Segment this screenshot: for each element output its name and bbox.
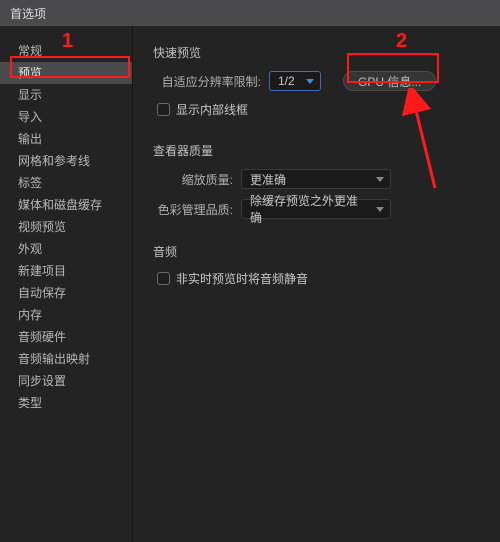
sidebar-item-grids[interactable]: 网格和参考线	[0, 150, 132, 172]
sidebar-item-import[interactable]: 导入	[0, 106, 132, 128]
sidebar-item-output[interactable]: 输出	[0, 128, 132, 150]
window-title: 首选项	[10, 5, 46, 22]
fast-preview-title: 快速预览	[153, 44, 482, 61]
sidebar: 常规 预览 显示 导入 输出 网格和参考线 标签 媒体和磁盘缓存 视频预览 外观…	[0, 26, 133, 542]
resolution-limit-select[interactable]: 1/2	[269, 71, 321, 91]
sidebar-item-appearance[interactable]: 外观	[0, 238, 132, 260]
sidebar-item-new-project[interactable]: 新建项目	[0, 260, 132, 282]
gpu-info-button[interactable]: GPU 信息...	[343, 71, 436, 91]
zoom-quality-label: 缩放质量:	[153, 171, 233, 188]
sidebar-item-type[interactable]: 类型	[0, 392, 132, 414]
sidebar-item-memory[interactable]: 内存	[0, 304, 132, 326]
main-panel: 快速预览 自适应分辨率限制: 1/2 GPU 信息... 显示内部线框 查看器质…	[133, 26, 500, 542]
sidebar-item-autosave[interactable]: 自动保存	[0, 282, 132, 304]
viewer-quality-title: 查看器质量	[153, 142, 482, 159]
show-wireframe-label: 显示内部线框	[176, 101, 248, 118]
zoom-quality-select[interactable]: 更准确	[241, 169, 391, 189]
sidebar-item-display[interactable]: 显示	[0, 84, 132, 106]
mute-audio-label: 非实时预览时将音频静音	[176, 270, 308, 287]
section-audio: 音频 非实时预览时将音频静音	[153, 243, 482, 287]
color-mgmt-label: 色彩管理品质:	[153, 201, 233, 218]
sidebar-item-preview[interactable]: 预览	[0, 62, 132, 84]
color-mgmt-select[interactable]: 除缓存预览之外更准确	[241, 199, 391, 219]
sidebar-item-sync[interactable]: 同步设置	[0, 370, 132, 392]
show-wireframe-checkbox[interactable]	[157, 103, 170, 116]
window-titlebar: 首选项	[0, 0, 500, 26]
sidebar-item-audio-map[interactable]: 音频输出映射	[0, 348, 132, 370]
sidebar-item-labels[interactable]: 标签	[0, 172, 132, 194]
resolution-limit-label: 自适应分辨率限制:	[153, 73, 261, 90]
section-viewer-quality: 查看器质量 缩放质量: 更准确 色彩管理品质: 除缓存预览之外更准确	[153, 142, 482, 219]
mute-audio-checkbox[interactable]	[157, 272, 170, 285]
sidebar-item-media-disk[interactable]: 媒体和磁盘缓存	[0, 194, 132, 216]
audio-title: 音频	[153, 243, 482, 260]
sidebar-item-audio-hw[interactable]: 音频硬件	[0, 326, 132, 348]
sidebar-item-general[interactable]: 常规	[0, 40, 132, 62]
content-area: 常规 预览 显示 导入 输出 网格和参考线 标签 媒体和磁盘缓存 视频预览 外观…	[0, 26, 500, 542]
sidebar-item-video-preview[interactable]: 视频预览	[0, 216, 132, 238]
section-fast-preview: 快速预览 自适应分辨率限制: 1/2 GPU 信息... 显示内部线框	[153, 44, 482, 118]
